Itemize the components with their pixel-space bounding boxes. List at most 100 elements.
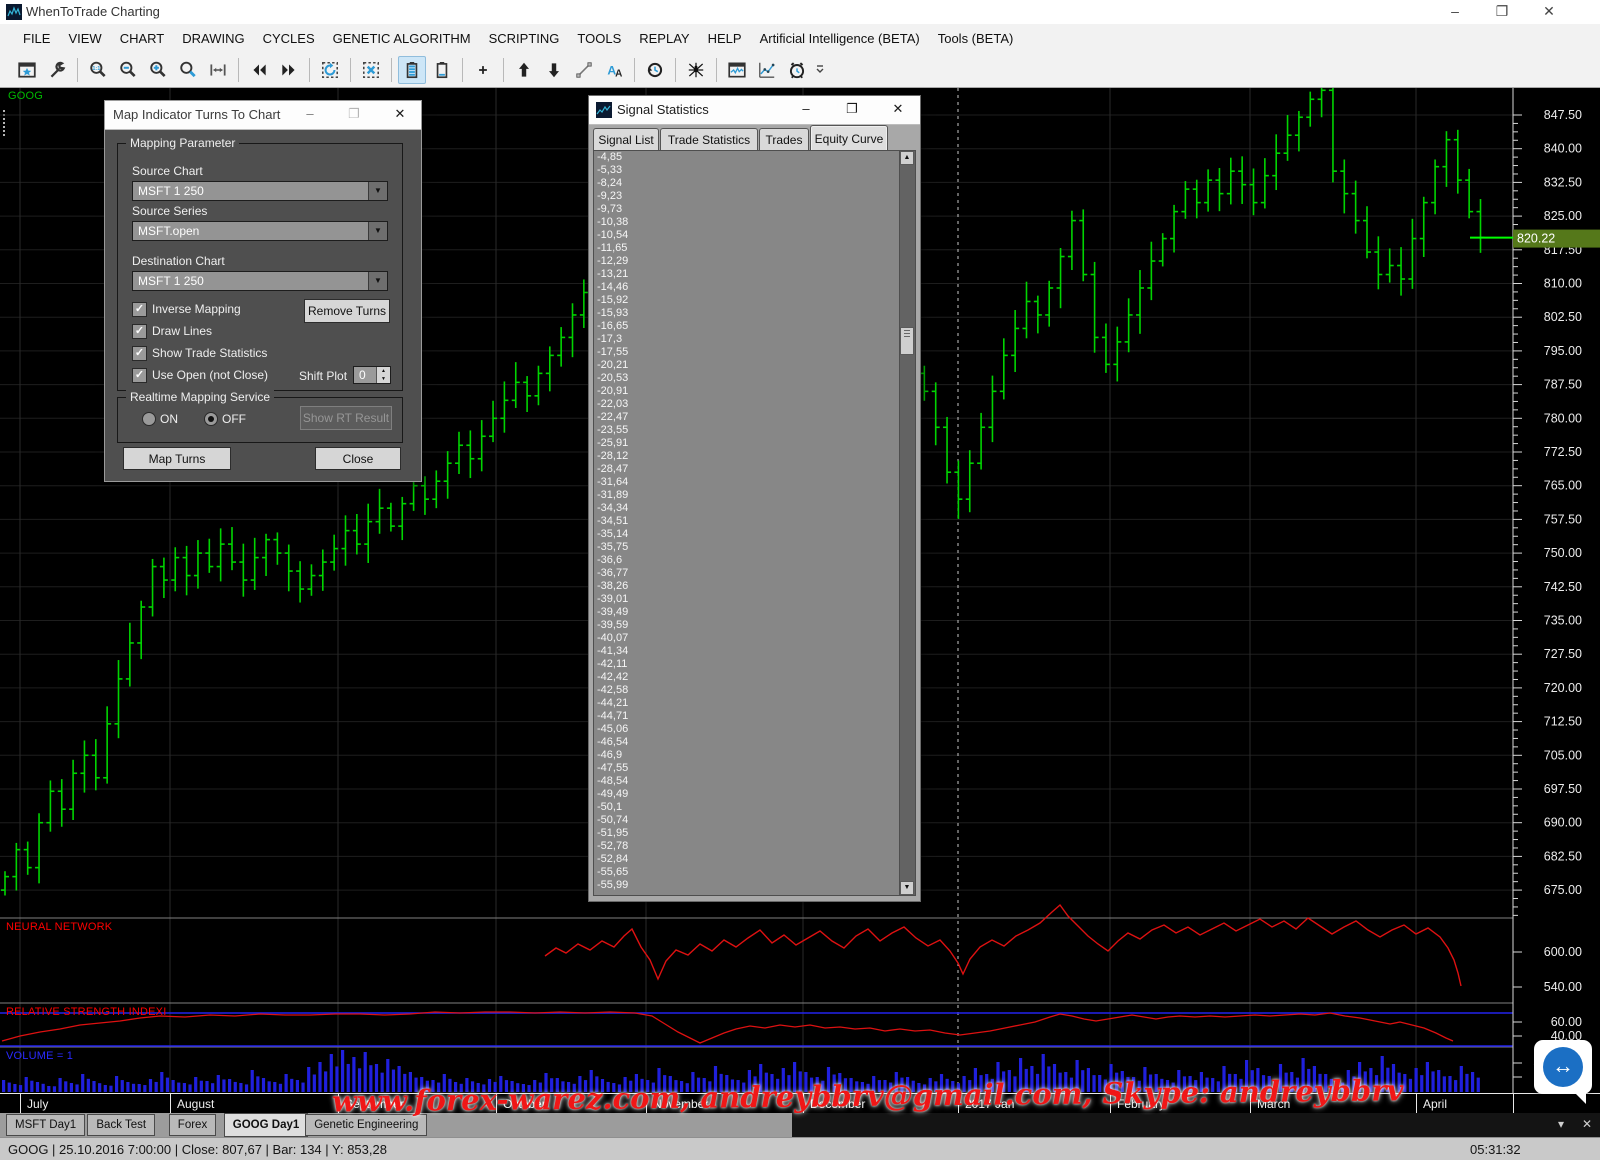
menu-item-tools[interactable]: TOOLS [568, 27, 630, 50]
checkbox-icon[interactable]: ✓ [132, 346, 147, 361]
menu-item-drawing[interactable]: DRAWING [173, 27, 253, 50]
selection-clear-icon[interactable] [357, 56, 385, 84]
equity-value-row[interactable]: -9,23 [594, 190, 915, 203]
battery-empty-icon[interactable] [428, 56, 456, 84]
tab-trade-statistics[interactable]: Trade Statistics [660, 128, 758, 150]
show-rt-result-button[interactable]: Show RT Result [300, 406, 392, 430]
equity-value-row[interactable]: -42,11 [594, 658, 915, 671]
menu-item-file[interactable]: FILE [14, 27, 59, 50]
equity-value-row[interactable]: -45,06 [594, 723, 915, 736]
equity-value-row[interactable]: -38,26 [594, 580, 915, 593]
selection-refresh-icon[interactable] [316, 56, 344, 84]
arrow-down-icon[interactable] [540, 56, 568, 84]
source-chart-dropdown-icon[interactable]: ▼ [368, 182, 387, 200]
map-dialog-titlebar[interactable]: Map Indicator Turns To Chart – ❐ ✕ [105, 101, 421, 130]
equity-value-row[interactable]: -20,53 [594, 372, 915, 385]
equity-value-row[interactable]: -17,3 [594, 333, 915, 346]
equity-value-row[interactable]: -17,55 [594, 346, 915, 359]
spider-icon[interactable] [682, 56, 710, 84]
tab-menu-icon[interactable]: ▾ [1558, 1117, 1564, 1131]
tab-trades[interactable]: Trades [759, 128, 809, 150]
tab-close-icon[interactable]: ✕ [1582, 1117, 1592, 1131]
equity-value-row[interactable]: -42,42 [594, 671, 915, 684]
equity-value-row[interactable]: -50,74 [594, 814, 915, 827]
zoom-in-icon[interactable] [144, 56, 172, 84]
equity-value-row[interactable]: -16,65 [594, 320, 915, 333]
equity-value-row[interactable]: -40,07 [594, 632, 915, 645]
equity-value-row[interactable]: -55,99 [594, 879, 915, 892]
plus-icon[interactable] [469, 56, 497, 84]
signal-dialog-titlebar[interactable]: Signal Statistics – ❐ ✕ [589, 96, 920, 125]
equity-value-row[interactable]: -55,65 [594, 866, 915, 879]
map-minimize-button[interactable]: – [297, 104, 323, 124]
equity-value-row[interactable]: -20,21 [594, 359, 915, 372]
equity-value-row[interactable]: -10,38 [594, 216, 915, 229]
radio-off[interactable] [204, 412, 218, 426]
equity-value-row[interactable]: -46,54 [594, 736, 915, 749]
equity-value-row[interactable]: -36,6 [594, 554, 915, 567]
equity-value-row[interactable]: -10,54 [594, 229, 915, 242]
equity-value-row[interactable]: -48,54 [594, 775, 915, 788]
equity-value-row[interactable]: -42,58 [594, 684, 915, 697]
equity-value-row[interactable]: -11,65 [594, 242, 915, 255]
zoom-out-icon[interactable] [114, 56, 142, 84]
chart-tab-goog-day1[interactable]: GOOG Day1 [224, 1113, 308, 1137]
checkbox-icon[interactable]: ✓ [132, 302, 147, 317]
alarm-clock-icon[interactable] [783, 56, 811, 84]
skip-back-icon[interactable] [245, 56, 273, 84]
menu-item-replay[interactable]: REPLAY [630, 27, 698, 50]
equity-value-row[interactable]: -4,85 [594, 151, 915, 164]
equity-value-row[interactable]: -13,21 [594, 268, 915, 281]
zoom-reset-icon[interactable]: 1:1 [84, 56, 112, 84]
chart-tab-back-test[interactable]: Back Test [87, 1114, 155, 1136]
equity-value-row[interactable]: -50,1 [594, 801, 915, 814]
equity-value-row[interactable]: -28,12 [594, 450, 915, 463]
battery-full-icon[interactable] [398, 56, 426, 84]
equity-value-row[interactable]: -34,51 [594, 515, 915, 528]
fit-width-icon[interactable] [204, 56, 232, 84]
signal-minimize-button[interactable]: – [793, 99, 819, 119]
equity-value-row[interactable]: -15,93 [594, 307, 915, 320]
equity-value-row[interactable]: -20,91 [594, 385, 915, 398]
signal-close-button[interactable]: ✕ [885, 99, 911, 119]
equity-value-row[interactable]: -47,55 [594, 762, 915, 775]
equity-value-row[interactable]: -31,89 [594, 489, 915, 502]
equity-value-row[interactable]: -25,91 [594, 437, 915, 450]
menu-item-view[interactable]: VIEW [59, 27, 110, 50]
scroll-up-icon[interactable]: ▲ [900, 151, 914, 165]
equity-value-row[interactable]: -39,49 [594, 606, 915, 619]
menu-item-tools-beta-[interactable]: Tools (BETA) [929, 27, 1023, 50]
equity-value-row[interactable]: -39,01 [594, 593, 915, 606]
favorites-window-icon[interactable] [13, 56, 41, 84]
signal-maximize-button[interactable]: ❐ [839, 99, 865, 119]
line-chart-icon[interactable] [753, 56, 781, 84]
wrench-icon[interactable] [43, 56, 71, 84]
equity-value-row[interactable]: -28,47 [594, 463, 915, 476]
source-series-dropdown-icon[interactable]: ▼ [368, 222, 387, 240]
equity-value-row[interactable]: -8,24 [594, 177, 915, 190]
equity-value-row[interactable]: -36,77 [594, 567, 915, 580]
zoom-search-icon[interactable] [174, 56, 202, 84]
equity-value-row[interactable]: -46,9 [594, 749, 915, 762]
menu-item-chart[interactable]: CHART [111, 27, 174, 50]
source-series-select[interactable]: MSFT.open ▼ [132, 221, 388, 241]
equity-value-row[interactable]: -49,49 [594, 788, 915, 801]
shift-plot-stepper[interactable]: 0 ▲▼ [353, 366, 391, 384]
equity-value-row[interactable]: -52,78 [594, 840, 915, 853]
map-turns-button[interactable]: Map Turns [123, 447, 231, 470]
list-scrollbar[interactable]: ▲ ▼ [899, 151, 915, 895]
scroll-down-icon[interactable]: ▼ [900, 881, 914, 895]
equity-curve-list[interactable]: -4,85-5,33-8,24-9,23-9,73-10,38-10,54-11… [593, 150, 916, 896]
chart-window-icon[interactable] [723, 56, 751, 84]
checkbox-icon[interactable]: ✓ [132, 324, 147, 339]
equity-value-row[interactable]: -52,84 [594, 853, 915, 866]
equity-value-row[interactable]: -44,21 [594, 697, 915, 710]
menu-item-help[interactable]: HELP [699, 27, 751, 50]
tab-signal-list[interactable]: Signal List [593, 128, 659, 150]
destination-chart-select[interactable]: MSFT 1 250 ▼ [132, 271, 388, 291]
map-close-button[interactable]: ✕ [387, 104, 413, 124]
source-chart-select[interactable]: MSFT 1 250 ▼ [132, 181, 388, 201]
equity-value-row[interactable]: -12,29 [594, 255, 915, 268]
equity-value-row[interactable]: -22,47 [594, 411, 915, 424]
menu-item-genetic-algorithm[interactable]: GENETIC ALGORITHM [324, 27, 480, 50]
